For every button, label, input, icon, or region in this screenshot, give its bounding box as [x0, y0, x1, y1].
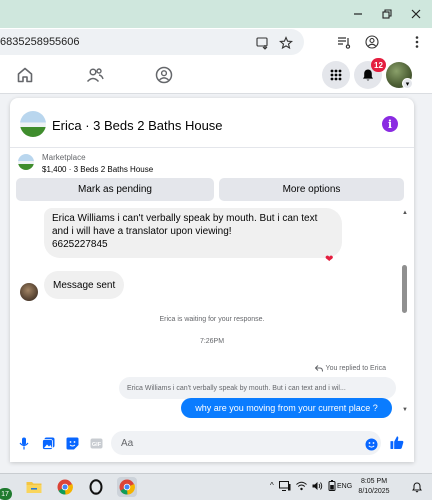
volume-icon[interactable] [312, 481, 323, 491]
url-text[interactable]: 6835258955606 [0, 36, 80, 48]
incoming-message[interactable]: Message sent [44, 271, 125, 299]
notification-center-icon[interactable] [412, 482, 422, 493]
taskbar-count-badge: 17 [0, 488, 12, 500]
chat-scrollbar[interactable] [401, 208, 407, 424]
reply-arrow-icon [314, 365, 323, 372]
listing-source: Marketplace [42, 153, 86, 162]
close-window-icon[interactable] [405, 4, 427, 24]
browser-titlebar [0, 0, 432, 28]
clock-time: 8:05 PM [360, 478, 388, 485]
messenger-chat-window: Erica · 3 Beds 2 Baths House i Marketpla… [10, 98, 414, 462]
message-text: Erica Williams i can't verbally speak by… [52, 213, 318, 250]
sender-avatar[interactable] [20, 283, 38, 301]
url-field[interactable]: 6835258955606 [0, 29, 304, 55]
listing-price-title: $1,400 · 3 Beds 2 Baths House [42, 165, 154, 174]
reply-note: You replied to Erica [314, 365, 386, 372]
waiting-status: Erica is waiting for your response. [159, 316, 265, 323]
wifi-icon[interactable] [295, 481, 307, 491]
emoji-icon[interactable] [364, 437, 378, 451]
opera-gx-icon[interactable] [86, 477, 106, 497]
address-bar: 6835258955606 [0, 28, 432, 56]
windows-taskbar: 17 ^ ENG 8:05 PM 8/10/2025 [0, 473, 432, 500]
friends-icon[interactable] [84, 64, 106, 86]
grid-icon [330, 69, 342, 81]
chrome-active-icon[interactable] [117, 477, 137, 497]
taskbar-clock[interactable]: 8:05 PM 8/10/2025 [356, 477, 392, 497]
account-icon[interactable] [364, 34, 380, 50]
info-icon[interactable]: i [382, 116, 398, 132]
file-explorer-icon[interactable] [24, 477, 44, 497]
message-text: Message sent [53, 279, 116, 291]
time-divider: 7:26PM [199, 338, 225, 345]
microphone-icon[interactable] [17, 436, 31, 450]
message-thread: Erica Williams i can't verbally speak by… [10, 208, 414, 424]
more-options-button[interactable]: More options [219, 178, 404, 201]
chevron-down-icon[interactable]: ▾ [402, 78, 413, 89]
battery-icon[interactable] [328, 480, 336, 491]
menu-grid-button[interactable] [322, 61, 350, 89]
scroll-down-arrow-icon[interactable]: ▼ [402, 407, 408, 413]
groups-icon[interactable] [153, 64, 175, 86]
listing-thumbnail [18, 154, 34, 170]
message-input[interactable] [111, 431, 381, 455]
facebook-topbar [0, 56, 432, 94]
thumbs-up-icon[interactable] [390, 435, 404, 449]
clock-date: 8/10/2025 [358, 488, 390, 495]
minimize-icon[interactable] [347, 4, 369, 24]
gif-icon[interactable]: GIF [89, 436, 103, 450]
install-app-icon[interactable] [255, 35, 271, 51]
scrollbar-thumb[interactable] [402, 265, 407, 313]
quoted-message-preview[interactable]: Erica Williams i can't verbally speak by… [119, 377, 396, 399]
media-queue-icon[interactable] [336, 34, 352, 50]
tray-device-icon[interactable] [278, 480, 291, 491]
notification-badge: 12 [371, 58, 386, 72]
restore-icon[interactable] [376, 4, 398, 24]
mark-as-pending-button[interactable]: Mark as pending [16, 178, 214, 201]
language-indicator[interactable]: ENG [337, 483, 352, 490]
browser-menu-icon[interactable] [409, 34, 425, 50]
outgoing-message[interactable]: why are you moving from your current pla… [181, 398, 392, 418]
message-text: why are you moving from your current pla… [195, 403, 378, 413]
chat-header: Erica · 3 Beds 2 Baths House i [10, 98, 414, 148]
reply-note-text: You replied to Erica [325, 365, 386, 372]
listing-avatar[interactable] [20, 111, 46, 137]
heart-reaction-icon[interactable]: ❤ [325, 254, 333, 265]
incoming-message[interactable]: Erica Williams i can't verbally speak by… [44, 208, 342, 258]
system-tray: ^ [270, 480, 336, 491]
bookmark-star-icon[interactable] [278, 35, 294, 51]
sticker-icon[interactable] [65, 436, 79, 450]
scroll-up-arrow-icon[interactable]: ▲ [402, 210, 408, 216]
home-icon[interactable] [14, 64, 36, 86]
taskbar-widget[interactable]: 17 [0, 477, 20, 500]
listing-summary[interactable]: Marketplace $1,400 · 3 Beds 2 Baths Hous… [10, 148, 414, 178]
chat-title[interactable]: Erica · 3 Beds 2 Baths House [52, 118, 223, 133]
chevron-up-icon[interactable]: ^ [270, 481, 274, 490]
chrome-icon[interactable] [55, 477, 75, 497]
photo-icon[interactable] [41, 436, 55, 450]
message-composer: GIF [10, 426, 414, 462]
svg-text:GIF: GIF [91, 442, 101, 448]
